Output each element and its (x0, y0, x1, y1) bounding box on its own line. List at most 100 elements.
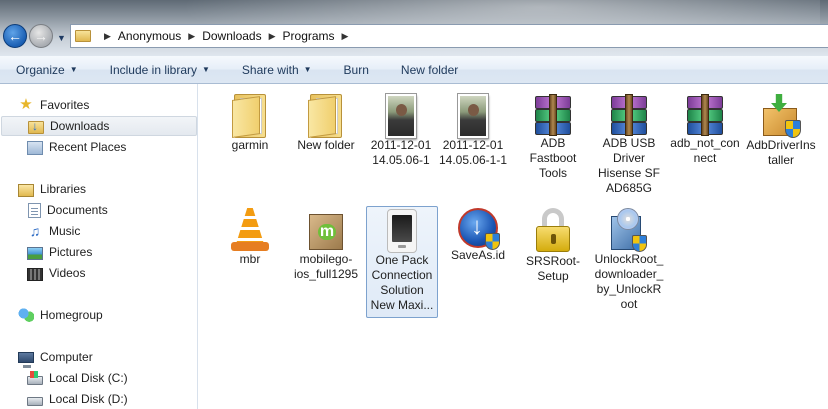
installer-icon (761, 94, 801, 138)
file-item[interactable]: ADB USB Driver Hisense SF AD685G (593, 94, 665, 196)
file-item-label: mbr (239, 252, 261, 266)
file-item[interactable]: SRSRoot-Setup (517, 208, 589, 284)
breadcrumb-anonymous[interactable]: Anonymous (118, 29, 181, 43)
saveas-icon (458, 208, 500, 250)
breadcrumb-downloads[interactable]: Downloads (202, 29, 261, 43)
documents-icon (28, 202, 41, 218)
burn-button[interactable]: Burn (328, 56, 385, 84)
chevron-down-icon: ▼ (69, 65, 78, 74)
file-item-label: One Pack Connection Solution New Maxi... (370, 253, 434, 312)
local-disk-icon (27, 397, 43, 406)
chevron-right-icon[interactable]: ▶ (342, 31, 349, 42)
command-toolbar: Organize ▼ Include in library ▼ Share wi… (0, 56, 828, 84)
local-disk-icon (27, 371, 43, 385)
sidebar-item-label: Recent Places (49, 140, 127, 154)
sidebar-item-favorites[interactable]: ★ Favorites (18, 95, 188, 115)
photo-icon (458, 94, 488, 138)
downloads-folder-icon (28, 119, 44, 134)
file-item[interactable]: UnlockRoot_downloader_by_UnlockRoot (593, 208, 665, 312)
breadcrumb-programs[interactable]: Programs (283, 29, 335, 43)
sidebar-item-music[interactable]: ♫ Music (27, 221, 192, 241)
folder-icon (308, 94, 344, 138)
libraries-icon (18, 183, 34, 197)
sidebar-item-label: Music (49, 224, 81, 238)
sidebar-item-libraries[interactable]: Libraries (18, 179, 188, 199)
sidebar-item-local-disk-d[interactable]: Local Disk (D:) (27, 389, 192, 409)
sidebar-item-documents[interactable]: Documents (27, 200, 192, 220)
chevron-right-icon[interactable]: ▶ (188, 31, 195, 42)
file-item-label: New folder (297, 138, 355, 152)
recent-pages-dropdown-icon[interactable]: ▼ (57, 33, 66, 43)
organize-button[interactable]: Organize ▼ (0, 56, 94, 84)
unlockroot-installer-icon (609, 208, 649, 252)
sidebar-item-label: Videos (49, 266, 86, 280)
file-item-label: UnlockRoot_downloader_by_UnlockRoot (594, 252, 664, 311)
sidebar-item-label: Pictures (49, 245, 93, 259)
sidebar-item-label: Downloads (50, 119, 110, 133)
file-item[interactable]: adb_not_connect (669, 94, 741, 166)
back-button[interactable]: ← (3, 24, 27, 48)
sidebar-item-recent-places[interactable]: Recent Places (27, 137, 192, 157)
music-icon: ♫ (29, 223, 41, 239)
sidebar-item-homegroup[interactable]: Homegroup (18, 305, 188, 325)
file-item[interactable]: 2011-12-01 14.05.06-1-1 (437, 94, 509, 168)
file-item-label: ADB USB Driver Hisense SF AD685G (597, 136, 661, 195)
include-in-library-button[interactable]: Include in library ▼ (94, 56, 226, 84)
homegroup-icon (18, 307, 34, 323)
file-item[interactable]: New folder (290, 94, 362, 153)
pictures-icon (27, 246, 43, 260)
winrar-archive-icon (535, 94, 571, 136)
winrar-archive-icon (611, 94, 647, 136)
sidebar-item-videos[interactable]: Videos (27, 263, 192, 283)
chevron-down-icon: ▼ (202, 65, 210, 74)
chevron-right-icon[interactable]: ▶ (269, 31, 276, 42)
winrar-archive-icon (687, 94, 723, 136)
vlc-icon (230, 208, 270, 252)
file-item-label: AdbDriverInstaller (746, 138, 816, 167)
file-item[interactable]: 2011-12-01 14.05.06-1 (365, 94, 437, 168)
sidebar-item-label: Local Disk (C:) (49, 371, 128, 385)
title-bar: ← → ▼ ▶ Anonymous ▶ Downloads ▶ Programs… (0, 0, 828, 56)
file-item-label: ADB Fastboot Tools (529, 136, 577, 180)
include-in-library-label: Include in library (109, 62, 197, 77)
computer-icon (18, 352, 34, 368)
forward-button[interactable]: → (29, 24, 53, 48)
sidebar-item-pictures[interactable]: Pictures (27, 242, 192, 262)
sidebar-item-computer[interactable]: Computer (18, 347, 188, 368)
sidebar-item-downloads[interactable]: Downloads (1, 116, 197, 136)
file-item[interactable]: ADB Fastboot Tools (517, 94, 589, 181)
mobilego-icon: m (306, 208, 346, 252)
file-list: garmin New folder 2011-12-01 14.05.06-1 … (199, 84, 828, 409)
sidebar-item-label: Computer (40, 350, 93, 364)
file-item[interactable]: garmin (214, 94, 286, 153)
share-with-button[interactable]: Share with ▼ (226, 56, 328, 84)
file-item[interactable]: SaveAs.id (442, 208, 514, 263)
folder-icon (232, 94, 268, 138)
file-item-label: garmin (231, 138, 269, 152)
photo-icon (386, 94, 416, 138)
file-item[interactable]: mbr (214, 208, 286, 267)
file-item[interactable]: m mobilego-ios_full1295 (290, 208, 362, 282)
file-item-label: adb_not_connect (670, 136, 740, 165)
organize-label: Organize (16, 62, 65, 77)
lock-icon (535, 208, 571, 254)
phone-icon (387, 209, 417, 253)
sidebar-item-label: Favorites (40, 98, 90, 112)
file-item-label: 2011-12-01 14.05.06-1-1 (438, 138, 508, 167)
chevron-right-icon[interactable]: ▶ (104, 31, 111, 42)
file-item-selected[interactable]: One Pack Connection Solution New Maxi... (366, 206, 438, 318)
sidebar-item-local-disk-c[interactable]: Local Disk (C:) (27, 368, 192, 388)
file-item-label: 2011-12-01 14.05.06-1 (370, 138, 432, 167)
new-folder-button[interactable]: New folder (385, 56, 474, 84)
folder-icon (75, 30, 91, 42)
videos-icon (27, 267, 43, 281)
file-item[interactable]: AdbDriverInstaller (745, 94, 817, 168)
sidebar-item-label: Homegroup (40, 308, 103, 322)
recent-places-icon (27, 140, 43, 155)
sidebar-item-label: Local Disk (D:) (49, 392, 128, 406)
share-with-label: Share with (241, 62, 299, 77)
chevron-down-icon: ▼ (303, 65, 312, 74)
file-item-label: SRSRoot-Setup (525, 254, 581, 283)
star-icon: ★ (19, 96, 33, 113)
address-bar[interactable]: ▶ Anonymous ▶ Downloads ▶ Programs ▶ (70, 24, 828, 48)
